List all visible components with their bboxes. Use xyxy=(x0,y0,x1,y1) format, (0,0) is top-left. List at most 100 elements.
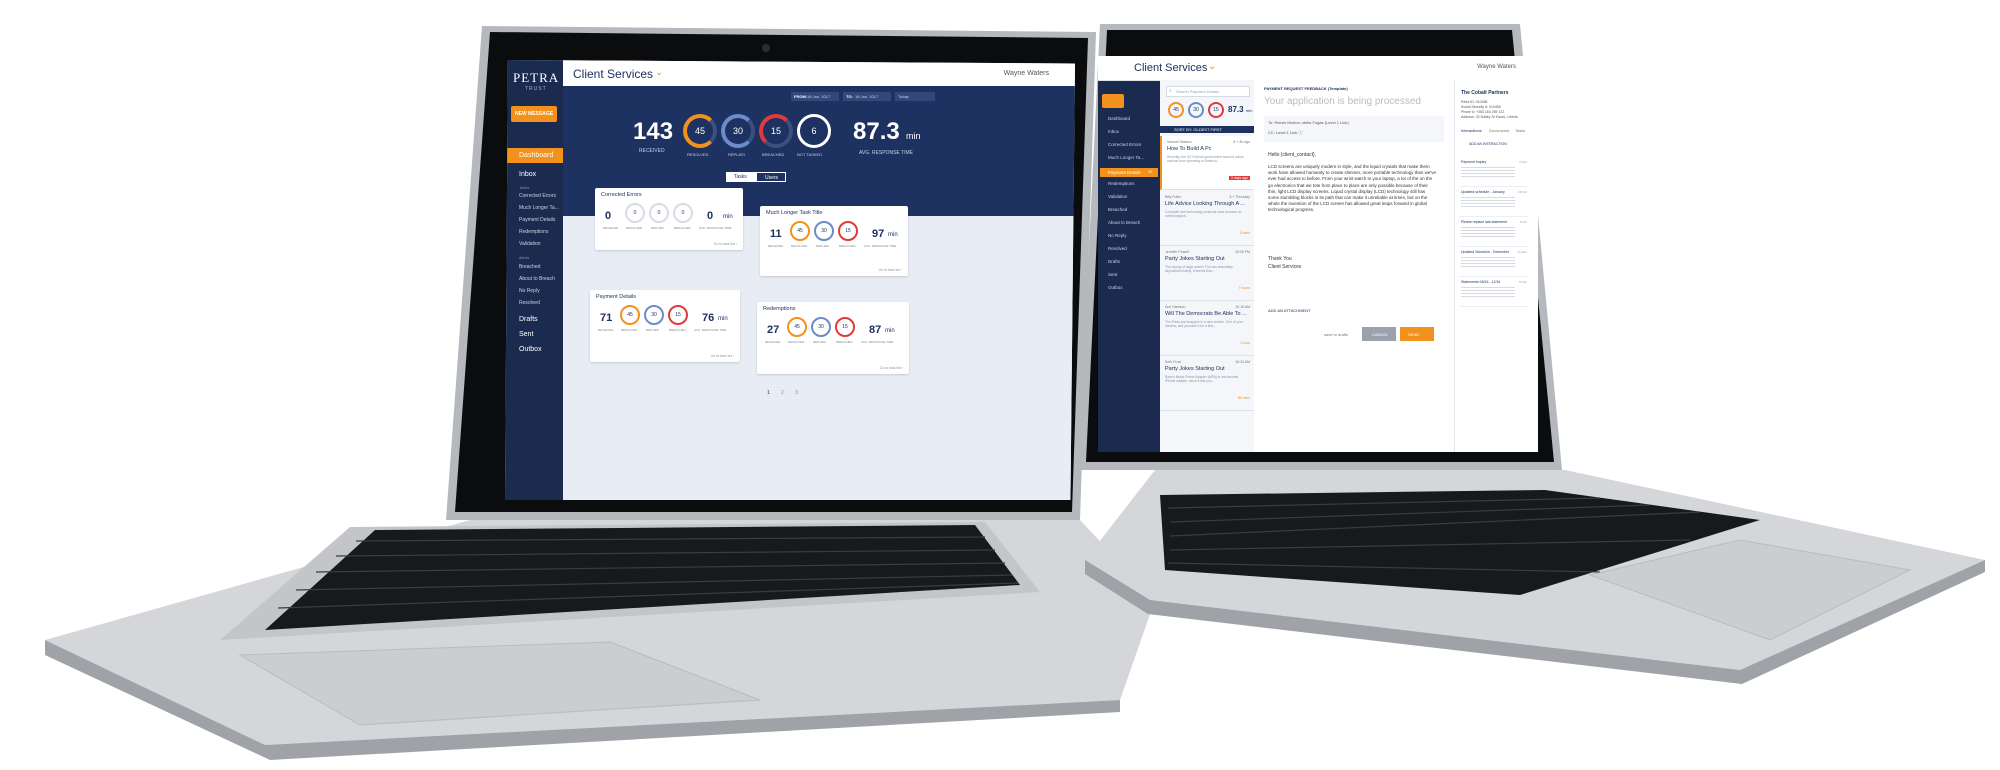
interaction-item[interactable]: Updated schedule - January 29 Oct xyxy=(1459,188,1529,217)
right-sidebar-badge: 12 xyxy=(1148,169,1153,174)
right-sidebar-item[interactable]: About to Breach xyxy=(1108,220,1140,225)
right-sidebar-item[interactable]: Inbox xyxy=(1108,129,1119,134)
sort-bar[interactable]: SORT BY: OLDEST FIRST xyxy=(1160,126,1254,133)
message-list-panel: Search Payment Details ⌕ 45 30 15 87.3 m… xyxy=(1160,80,1255,452)
message-list-item[interactable]: Jennifer Powell 15:05 PM Party Jokes Sta… xyxy=(1160,246,1254,301)
right-sidebar-item[interactable]: Resolved xyxy=(1108,246,1127,251)
compose-signoff: Thank You xyxy=(1268,256,1292,262)
message-sender: Seth Frost xyxy=(1165,360,1182,364)
interaction-time: 21 Dec xyxy=(1517,250,1527,254)
message-snippet: Computer and technology products have be… xyxy=(1165,210,1242,219)
mini-time-unit: min xyxy=(1246,108,1253,113)
contact-panel: The Cobalt Partners Petra ID: 010456 Soc… xyxy=(1454,80,1538,452)
interaction-preview-lines xyxy=(1461,227,1515,237)
interaction-time: 8 Dec xyxy=(1519,280,1527,284)
message-list-item[interactable]: Seth Frost 16:24 AM Party Jokes Starting… xyxy=(1160,356,1254,411)
search-icon: ⌕ xyxy=(1169,88,1172,94)
right-sidebar-item[interactable]: No Reply xyxy=(1108,233,1127,238)
interaction-item[interactable]: Statements 08/16 - 12/16 8 Dec xyxy=(1459,278,1529,307)
interaction-title: Please replace last statement xyxy=(1461,220,1507,224)
message-time: 15:05 PM xyxy=(1235,250,1250,254)
message-time: 8 + 4h ago xyxy=(1233,140,1250,144)
right-sidebar-item[interactable]: Sent xyxy=(1108,272,1117,277)
search-placeholder: Search Payment Details xyxy=(1176,89,1219,94)
message-snippet: Recently, the US Federal government bann… xyxy=(1167,155,1244,164)
right-sidebar-item[interactable]: Redemptions xyxy=(1108,181,1135,186)
interaction-item[interactable]: Updated Schedule - December 21 Dec xyxy=(1459,248,1529,277)
message-sender: Jennifer Powell xyxy=(1165,250,1189,254)
mini-breached-value: 15 xyxy=(1213,107,1219,113)
message-time: 10:15 AM xyxy=(1235,305,1250,309)
right-sidebar-item[interactable]: Much Longer Ta... xyxy=(1108,155,1144,160)
right-topbar: Client Services ⌄ Wayne Waters xyxy=(1098,56,1538,81)
contact-tab-interactions[interactable]: Interactions xyxy=(1461,128,1482,133)
sort-label: SORT BY: OLDEST FIRST xyxy=(1174,127,1223,132)
message-sender: Ann Harrison xyxy=(1165,305,1186,309)
mini-replied-value: 30 xyxy=(1193,107,1199,113)
compose-to[interactable]: To: Reiner Morton, stella Fogaz (Level 1… xyxy=(1268,120,1349,125)
message-flag: 1 hour xyxy=(1240,341,1250,345)
interaction-preview-lines xyxy=(1461,257,1515,267)
interaction-item[interactable]: Please replace last statement 6 Oct xyxy=(1459,218,1529,247)
message-snippet: The iPads just snapped in a new vehicle.… xyxy=(1165,320,1243,329)
compose-panel: PAYMENT REQUEST FEEDBACK (Template) Your… xyxy=(1254,80,1454,452)
contact-line3: Phone #: +353 184 255 122 xyxy=(1461,110,1505,114)
right-sidebar-item[interactable]: Outbox xyxy=(1108,285,1123,290)
right-sidebar-item[interactable]: Corrected Errors xyxy=(1108,142,1141,147)
message-list-item[interactable]: Ann Harrison 10:15 AM Will The Democrats… xyxy=(1160,301,1254,356)
contact-tab-documents[interactable]: Documents xyxy=(1489,128,1509,133)
interaction-time: 6 Oct xyxy=(1519,220,1527,224)
message-time: 16:24 AM xyxy=(1235,360,1250,364)
message-sender: Samuel Watson xyxy=(1167,140,1192,144)
right-sidebar-item[interactable]: Dashboard xyxy=(1108,116,1130,121)
message-flag: 3 mins xyxy=(1239,231,1250,235)
interaction-title: Updated schedule - January xyxy=(1461,190,1505,194)
cancel-label: CANCEL xyxy=(1372,332,1389,337)
contact-line4: Address: 32 Dalley St Kisoni, Liberia xyxy=(1461,115,1518,119)
send-label: SEND xyxy=(1408,332,1420,337)
compose-greeting: Hello {client_contact}, xyxy=(1268,152,1317,158)
right-laptop-lid xyxy=(1078,24,1562,470)
interaction-time: 2 Nov xyxy=(1519,160,1527,164)
compose-cc[interactable]: CC: Level 1 Link ⓘ xyxy=(1268,130,1302,136)
interaction-item[interactable]: Payment Inquiry 2 Nov xyxy=(1459,158,1529,187)
add-attachment-link[interactable]: ADD AN ATTACHMENT xyxy=(1268,308,1311,313)
right-title-dropdown-icon[interactable]: ⌄ xyxy=(1208,61,1216,72)
message-title: How To Build A Pc xyxy=(1167,146,1212,152)
contact-name: The Cobalt Partners xyxy=(1461,90,1509,96)
contact-tab-tasks[interactable]: Tasks xyxy=(1515,128,1525,133)
interaction-preview-lines xyxy=(1461,167,1515,177)
message-title: Party Jokes Starting Out xyxy=(1165,256,1225,262)
cancel-button[interactable]: CANCEL xyxy=(1362,327,1396,341)
message-time: 5 + Thursday xyxy=(1229,195,1250,199)
right-new-message-button[interactable] xyxy=(1102,94,1124,108)
mini-time-value: 87.3 xyxy=(1228,105,1244,114)
interaction-preview-lines xyxy=(1461,287,1515,297)
message-title: Will The Democrats Be Able To ... xyxy=(1165,311,1247,317)
right-sidebar-item[interactable]: Validation xyxy=(1108,194,1127,199)
right-user-menu[interactable]: Wayne Waters xyxy=(1477,64,1516,70)
add-interaction-link[interactable]: ADD AN INTERACTION xyxy=(1469,142,1507,146)
right-sidebar-item[interactable]: Drafts xyxy=(1108,259,1120,264)
interaction-preview-lines xyxy=(1461,197,1515,207)
contact-line2: Social Security #: 010456 xyxy=(1461,105,1501,109)
send-button[interactable]: SEND xyxy=(1400,327,1434,341)
mini-breached-ring: 15 xyxy=(1208,102,1224,118)
right-sidebar-item[interactable]: Breached xyxy=(1108,207,1127,212)
message-flag: 7 hours xyxy=(1238,286,1250,290)
save-to-drafts-link[interactable]: save to drafts xyxy=(1324,332,1348,337)
message-list-item[interactable]: Samuel Watson 8 + 4h ago How To Build A … xyxy=(1160,136,1254,190)
message-sender: Billy Fuller xyxy=(1165,195,1182,199)
message-snippet: Bose's Music Power Adapter (MPA) is one … xyxy=(1165,375,1239,384)
interaction-title: Payment Inquiry xyxy=(1461,160,1487,164)
interaction-time: 29 Oct xyxy=(1518,190,1527,194)
compose-tag: PAYMENT REQUEST FEEDBACK (Template) xyxy=(1264,86,1348,91)
message-list-item[interactable]: Billy Fuller 5 + Thursday Life Advice Lo… xyxy=(1160,191,1254,246)
compose-signature: Client Services xyxy=(1268,264,1302,270)
contact-line1: Petra ID: 010456 xyxy=(1461,100,1488,104)
message-snippet: The buying of large screen TVs has absol… xyxy=(1165,265,1233,274)
interaction-title: Statements 08/16 - 12/16 xyxy=(1461,280,1501,284)
search-input[interactable]: Search Payment Details ⌕ xyxy=(1166,86,1250,97)
compose-body[interactable]: LCD screens are uniquely modern in style… xyxy=(1268,164,1436,214)
mini-replied-ring: 30 xyxy=(1188,102,1204,118)
